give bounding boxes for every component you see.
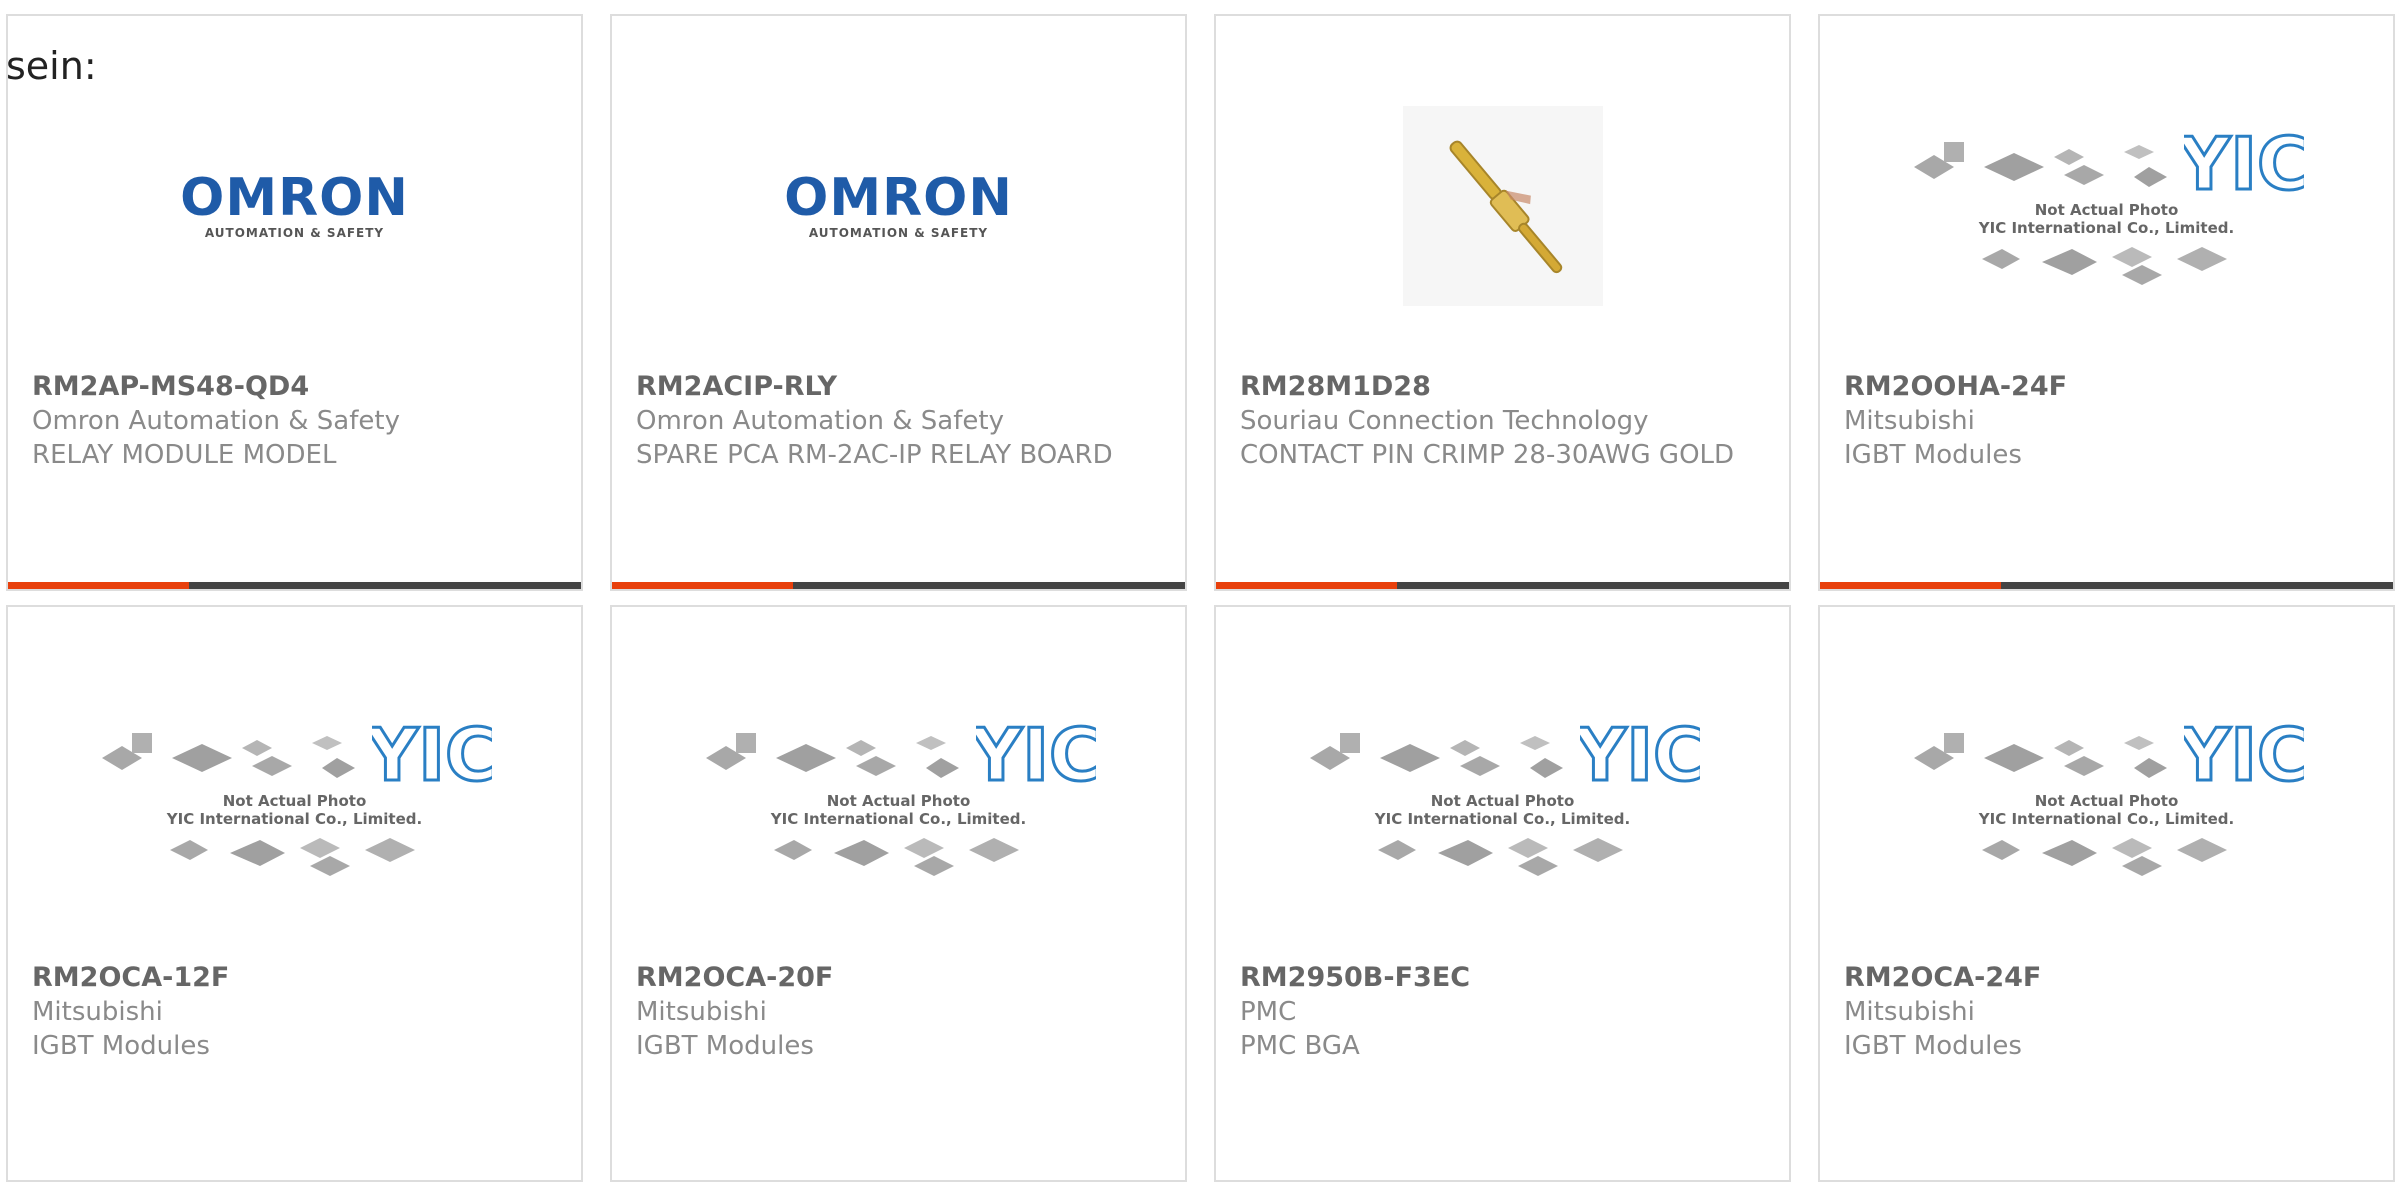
product-card[interactable]: YIC Not Actual Photo YIC International C…	[610, 605, 1187, 1182]
svg-text:YIC: YIC	[1580, 713, 1700, 788]
svg-text:YIC: YIC	[2184, 122, 2304, 197]
product-image[interactable]: OMRON AUTOMATION & SAFETY	[612, 56, 1185, 356]
manufacturer-name: Mitsubishi	[32, 997, 163, 1027]
manufacturer-name: Omron Automation & Safety	[32, 406, 400, 436]
manufacturer-name: PMC	[1240, 997, 1297, 1027]
part-number-link[interactable]: RM2OOHA-24F	[1844, 370, 2369, 404]
omron-logo: OMRON AUTOMATION & SAFETY	[180, 168, 409, 240]
product-card[interactable]: YIC Not Actual Photo YIC International C…	[1818, 14, 2395, 591]
product-image[interactable]: OMRON AUTOMATION & SAFETY	[8, 56, 581, 356]
part-number-link[interactable]: RM2OCA-20F	[636, 961, 1161, 995]
svg-text:YIC: YIC	[976, 713, 1096, 788]
product-image[interactable]: YIC Not Actual Photo YIC International C…	[1216, 647, 1789, 947]
card-accent-bar	[1216, 582, 1789, 589]
svg-text:YIC: YIC	[2184, 713, 2304, 788]
part-number-link[interactable]: RM2950B-F3EC	[1240, 961, 1765, 995]
product-card[interactable]: YIC Not Actual Photo YIC International C…	[6, 605, 583, 1182]
product-card[interactable]: RM28M1D28 Souriau Connection Technology …	[1214, 14, 1791, 591]
product-description: IGBT Modules	[1844, 440, 2022, 470]
product-description: CONTACT PIN CRIMP 28-30AWG GOLD	[1240, 440, 1735, 470]
intro-text: sein:	[6, 44, 97, 88]
product-description: IGBT Modules	[1844, 1031, 2022, 1061]
product-image[interactable]: YIC Not Actual Photo YIC International C…	[1820, 56, 2393, 356]
card-accent-bar	[8, 582, 581, 589]
manufacturer-name: Mitsubishi	[1844, 997, 1975, 1027]
manufacturer-name: Mitsubishi	[1844, 406, 1975, 436]
product-image[interactable]	[1216, 56, 1789, 356]
manufacturer-name: Souriau Connection Technology	[1240, 406, 1649, 436]
product-card[interactable]: YIC Not Actual Photo YIC International C…	[1818, 605, 2395, 1182]
card-accent-bar	[612, 582, 1185, 589]
part-number-link[interactable]: RM2OCA-24F	[1844, 961, 2369, 995]
product-description: IGBT Modules	[32, 1031, 210, 1061]
product-card[interactable]: OMRON AUTOMATION & SAFETY RM2AP-MS48-QD4…	[6, 14, 583, 591]
product-description: PMC BGA	[1240, 1031, 1360, 1061]
product-image[interactable]: YIC Not Actual Photo YIC International C…	[612, 647, 1185, 947]
product-card[interactable]: YIC Not Actual Photo YIC International C…	[1214, 605, 1791, 1182]
omron-logo: OMRON AUTOMATION & SAFETY	[784, 168, 1013, 240]
manufacturer-name: Mitsubishi	[636, 997, 767, 1027]
part-number-link[interactable]: RM2AP-MS48-QD4	[32, 370, 557, 404]
product-image[interactable]: YIC Not Actual Photo YIC International C…	[8, 647, 581, 947]
part-number-link[interactable]: RM2ACIP-RLY	[636, 370, 1161, 404]
yic-placeholder-logo: YIC Not Actual Photo YIC International C…	[701, 712, 1103, 882]
product-card[interactable]: OMRON AUTOMATION & SAFETY RM2ACIP-RLY Om…	[610, 14, 1187, 591]
yic-placeholder-logo: YIC Not Actual Photo YIC International C…	[97, 712, 499, 882]
card-accent-bar	[1820, 582, 2393, 589]
contact-pin-photo	[1402, 106, 1603, 306]
part-number-link[interactable]: RM28M1D28	[1240, 370, 1765, 404]
product-image[interactable]: YIC Not Actual Photo YIC International C…	[1820, 647, 2393, 947]
yic-placeholder-logo: YIC Not Actual Photo YIC International C…	[1909, 121, 2311, 291]
svg-text:YIC: YIC	[372, 713, 492, 788]
manufacturer-name: Omron Automation & Safety	[636, 406, 1004, 436]
yic-placeholder-logo: YIC Not Actual Photo YIC International C…	[1305, 712, 1707, 882]
yic-placeholder-logo: YIC Not Actual Photo YIC International C…	[1909, 712, 2311, 882]
part-number-link[interactable]: RM2OCA-12F	[32, 961, 557, 995]
product-description: RELAY MODULE MODEL	[32, 440, 337, 470]
product-description: IGBT Modules	[636, 1031, 814, 1061]
product-description: SPARE PCA RM-2AC-IP RELAY BOARD	[636, 440, 1113, 470]
